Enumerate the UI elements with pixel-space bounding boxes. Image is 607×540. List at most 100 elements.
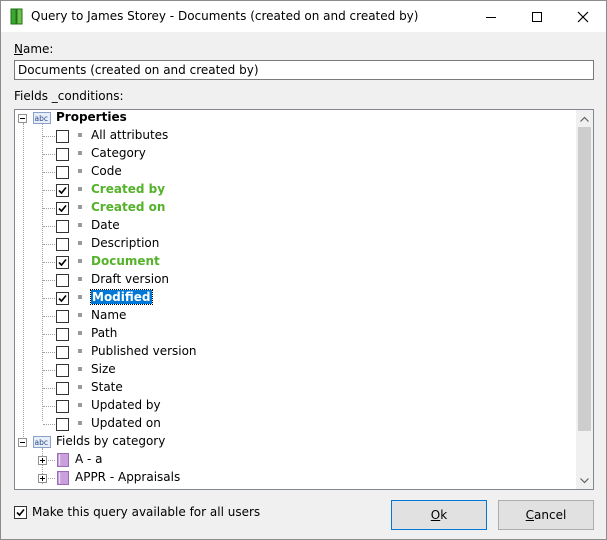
svg-text:abc: abc: [35, 114, 48, 123]
tree-connector: [43, 334, 55, 335]
bullet-icon: [78, 277, 82, 281]
name-input[interactable]: [14, 60, 594, 80]
ok-button[interactable]: Ok: [391, 500, 487, 530]
field-item-label[interactable]: Created by: [91, 182, 165, 196]
bullet-icon: [78, 223, 82, 227]
field-item-label[interactable]: Size: [91, 362, 116, 376]
field-item-label[interactable]: Created on: [91, 200, 165, 214]
field-checkbox[interactable]: [56, 202, 69, 215]
share-query-label: Make this query available for all users: [32, 505, 261, 519]
tree-connector: [43, 154, 55, 155]
text-field-icon: abc: [33, 112, 51, 124]
tree-root-properties[interactable]: Properties: [56, 110, 127, 124]
expand-category-toggle[interactable]: [38, 474, 47, 483]
bullet-icon: [78, 205, 82, 209]
category-item-label[interactable]: A - a: [75, 452, 103, 466]
field-checkbox[interactable]: [56, 166, 69, 179]
field-checkbox[interactable]: [56, 256, 69, 269]
field-item-label[interactable]: Description: [91, 236, 159, 250]
title-bar[interactable]: Query to James Storey - Documents (creat…: [1, 1, 606, 32]
tree-connector: [23, 123, 24, 441]
expand-category-toggle[interactable]: [38, 456, 47, 465]
close-button[interactable]: [560, 1, 606, 32]
bullet-icon: [78, 259, 82, 263]
book-icon: [10, 8, 23, 25]
tree-connector: [43, 406, 55, 407]
collapse-properties-toggle[interactable]: [18, 114, 27, 123]
field-item-label[interactable]: Updated on: [91, 416, 161, 430]
collapse-fields-by-category-toggle[interactable]: [18, 438, 27, 447]
folder-icon: [57, 453, 69, 467]
field-checkbox[interactable]: [56, 400, 69, 413]
minimize-icon: [486, 16, 496, 18]
checkmark-icon: [58, 258, 67, 267]
cancel-button[interactable]: Cancel: [498, 500, 594, 530]
field-checkbox[interactable]: [56, 310, 69, 323]
chevron-down-icon: [580, 477, 589, 483]
field-checkbox[interactable]: [56, 382, 69, 395]
field-checkbox[interactable]: [56, 346, 69, 359]
checkmark-icon: [58, 186, 67, 195]
bullet-icon: [78, 403, 82, 407]
tree-connector: [43, 298, 55, 299]
tree-connector: [43, 172, 55, 173]
text-field-icon: abc: [33, 436, 51, 448]
tree-connector: [43, 226, 55, 227]
tree-connector: [43, 280, 55, 281]
field-item-label[interactable]: Modified: [90, 289, 153, 305]
bullet-icon: [78, 421, 82, 425]
field-checkbox[interactable]: [56, 364, 69, 377]
maximize-button[interactable]: [514, 1, 560, 32]
bullet-icon: [78, 313, 82, 317]
bullet-icon: [78, 295, 82, 299]
bullet-icon: [78, 367, 82, 371]
fields-conditions-label: Fields _conditions:: [14, 89, 124, 103]
scroll-up-button[interactable]: [576, 110, 593, 127]
tree-connector: [43, 352, 55, 353]
field-item-label[interactable]: Date: [91, 218, 120, 232]
field-item-label[interactable]: State: [91, 380, 123, 394]
bullet-icon: [78, 169, 82, 173]
share-query-checkbox[interactable]: [14, 506, 27, 519]
field-item-label[interactable]: Name: [91, 308, 126, 322]
field-checkbox[interactable]: [56, 328, 69, 341]
field-checkbox[interactable]: [56, 220, 69, 233]
checkmark-icon: [58, 204, 67, 213]
minimize-button[interactable]: [468, 1, 514, 32]
field-checkbox[interactable]: [56, 184, 69, 197]
tree-connector: [43, 316, 55, 317]
field-item-label[interactable]: Path: [91, 326, 117, 340]
category-item-label[interactable]: APPR - Appraisals: [75, 470, 180, 484]
bullet-icon: [78, 187, 82, 191]
field-checkbox[interactable]: [56, 418, 69, 431]
bullet-icon: [78, 385, 82, 389]
field-checkbox[interactable]: [56, 292, 69, 305]
fields-tree[interactable]: abc Properties All attributes Category Code C…: [14, 109, 594, 490]
tree-connector: [43, 136, 55, 137]
field-checkbox[interactable]: [56, 130, 69, 143]
query-dialog: Query to James Storey - Documents (creat…: [0, 0, 607, 540]
field-checkbox[interactable]: [56, 148, 69, 161]
tree-connector: [43, 370, 55, 371]
field-checkbox[interactable]: [56, 238, 69, 251]
folder-icon: [57, 471, 69, 485]
field-item-label[interactable]: Category: [91, 146, 146, 160]
vertical-scrollbar[interactable]: [576, 110, 593, 489]
field-item-label[interactable]: Document: [91, 254, 160, 268]
field-checkbox[interactable]: [56, 274, 69, 287]
field-item-label[interactable]: Draft version: [91, 272, 169, 286]
maximize-icon: [532, 11, 542, 22]
scroll-down-button[interactable]: [576, 472, 593, 489]
bullet-icon: [78, 349, 82, 353]
field-item-label[interactable]: Code: [91, 164, 122, 178]
tree-connector: [43, 190, 55, 191]
field-item-label[interactable]: Updated by: [91, 398, 161, 412]
checkmark-icon: [16, 508, 25, 517]
tree-connector: [43, 208, 55, 209]
scroll-thumb[interactable]: [578, 127, 591, 431]
field-item-label[interactable]: Published version: [91, 344, 197, 358]
field-item-label[interactable]: All attributes: [91, 128, 168, 142]
dialog-body: Name: Fields _conditions: abc Properties A…: [1, 32, 606, 539]
tree-connector: [43, 244, 55, 245]
tree-root-fields-by-category[interactable]: Fields by category: [56, 434, 165, 448]
